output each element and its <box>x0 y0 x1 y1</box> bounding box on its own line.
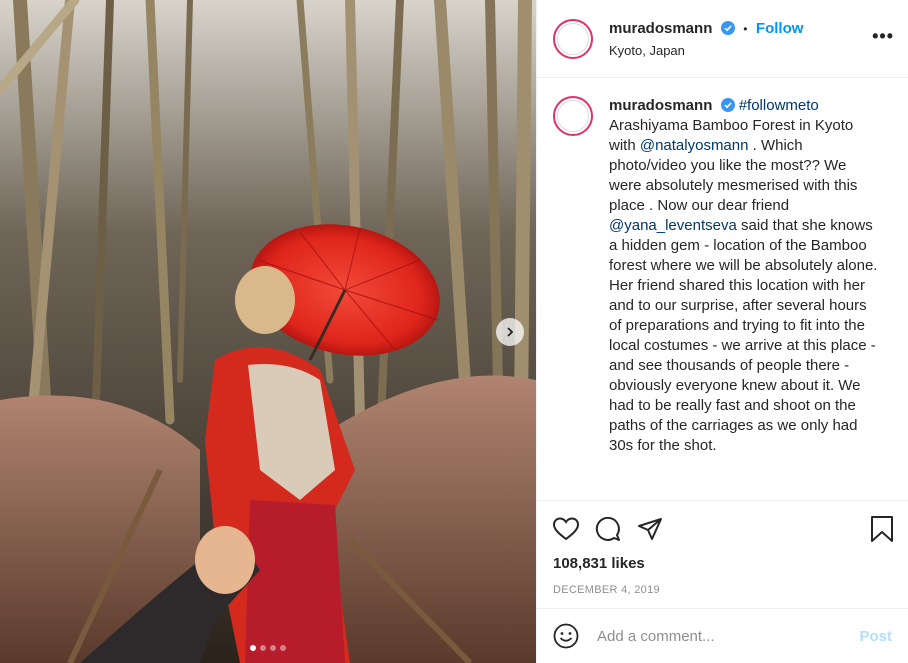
post-sidebar: muradosmann • Follow Kyoto, Japan ••• mu… <box>536 0 908 663</box>
post-header: muradosmann • Follow Kyoto, Japan ••• <box>537 0 908 78</box>
carousel-dot <box>260 645 266 651</box>
avatar[interactable] <box>553 18 593 59</box>
emoji-icon[interactable] <box>553 623 579 649</box>
comment-button[interactable] <box>595 516 621 542</box>
comment-input[interactable] <box>595 626 860 646</box>
caption-username[interactable]: muradosmann <box>609 97 712 114</box>
save-button[interactable] <box>870 516 894 542</box>
verified-badge-icon <box>720 98 735 112</box>
share-button[interactable] <box>637 517 663 541</box>
more-options-icon[interactable]: ••• <box>872 26 894 47</box>
like-count[interactable]: 108,831 likes <box>553 555 892 572</box>
post-dialog: muradosmann • Follow Kyoto, Japan ••• mu… <box>0 0 908 663</box>
caption-section: muradosmann #followmeto Arashiyama Bambo… <box>537 78 908 500</box>
photo-illustration <box>0 0 536 663</box>
carousel-dot <box>280 645 286 651</box>
caption-body-3: said that she knows a hidden gem - locat… <box>609 217 878 454</box>
caption-avatar[interactable] <box>553 96 593 136</box>
carousel-indicator <box>0 645 536 651</box>
separator-dot: • <box>743 21 748 36</box>
carousel-dot <box>270 645 276 651</box>
share-icon <box>638 518 662 540</box>
carousel-dot <box>250 645 256 651</box>
follow-button[interactable]: Follow <box>756 20 804 37</box>
bookmark-icon <box>871 516 893 542</box>
mention-link[interactable]: @yana_leventseva <box>609 217 737 234</box>
post-date: DECEMBER 4, 2019 <box>553 584 660 596</box>
hashtag-link[interactable]: #followmeto <box>739 97 819 114</box>
heart-icon <box>553 517 579 541</box>
post-location[interactable]: Kyoto, Japan <box>609 43 803 58</box>
post-photo[interactable] <box>0 0 536 663</box>
comment-icon <box>595 516 620 541</box>
post-username[interactable]: muradosmann <box>609 20 712 37</box>
post-comment-button[interactable]: Post <box>859 628 892 645</box>
add-comment-bar: Post <box>537 608 908 663</box>
caption-text: muradosmann #followmeto Arashiyama Bambo… <box>609 96 881 500</box>
verified-badge-icon <box>720 20 735 35</box>
like-button[interactable] <box>553 517 579 541</box>
next-slide-button[interactable] <box>496 318 524 346</box>
post-actions: 108,831 likes DECEMBER 4, 2019 <box>537 500 908 606</box>
mention-link[interactable]: @natalyosmann <box>640 137 749 154</box>
chevron-right-icon <box>507 327 514 337</box>
